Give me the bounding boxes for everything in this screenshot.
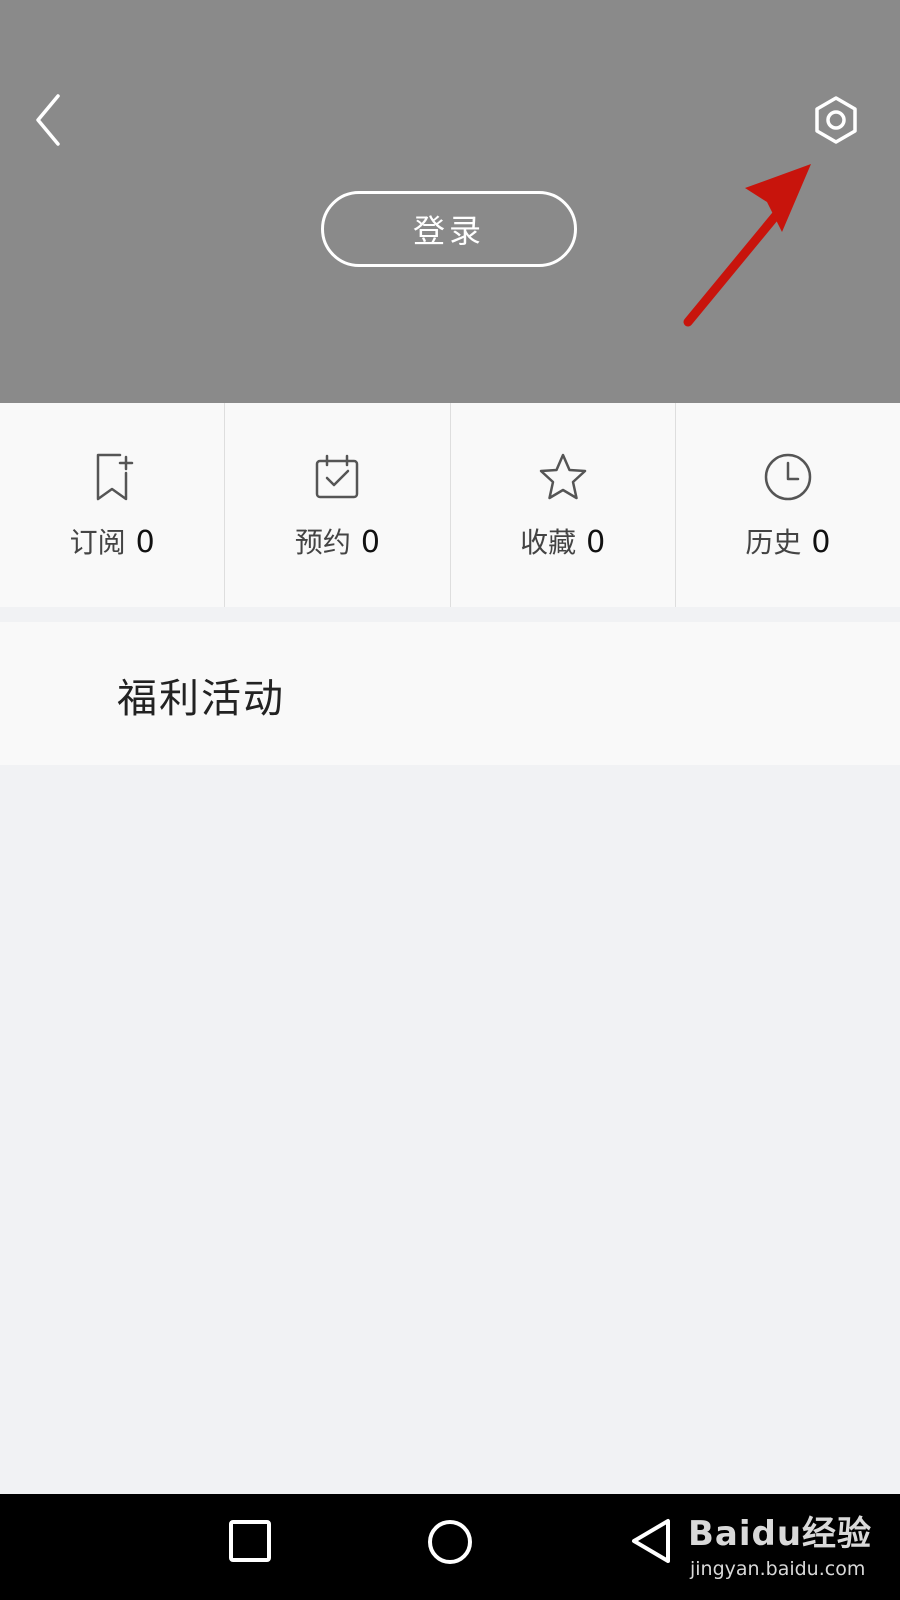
baidu-jingyan-watermark: Baidu经验 jingyan.baidu.com (688, 1506, 888, 1596)
stats-bar: 订阅 0 预约 0 收藏 0 历史 0 (0, 403, 900, 607)
stat-reservations[interactable]: 预约 0 (225, 403, 451, 607)
stat-count: 0 (811, 525, 831, 560)
watermark-url: jingyan.baidu.com (690, 1558, 866, 1580)
triangle-back-icon[interactable] (628, 1517, 674, 1565)
watermark-brand: Baidu经验 (688, 1514, 873, 1554)
gear-icon (815, 96, 857, 144)
calendar-check-icon (316, 454, 359, 499)
system-nav-bar: Baidu经验 jingyan.baidu.com (0, 1494, 900, 1600)
back-button[interactable] (30, 92, 70, 148)
stat-favorites[interactable]: 收藏 0 (451, 403, 676, 607)
star-icon (539, 453, 586, 500)
login-button[interactable]: 登录 (321, 191, 577, 267)
stat-label-text: 历史 (745, 526, 802, 559)
stat-label-text: 预约 (294, 526, 351, 559)
circle-icon[interactable] (426, 1518, 474, 1566)
chevron-left-icon (36, 94, 60, 146)
stat-label: 收藏 0 (451, 521, 675, 561)
stat-count: 0 (360, 525, 380, 560)
stat-label: 预约 0 (225, 521, 449, 561)
stat-subscriptions[interactable]: 订阅 0 (0, 403, 226, 607)
stat-label-text: 收藏 (520, 526, 577, 559)
annotation-arrow (683, 164, 811, 327)
stat-count: 0 (586, 525, 606, 560)
stat-label-text: 订阅 (69, 526, 126, 559)
bookmark-plus-icon (96, 453, 134, 501)
stat-history[interactable]: 历史 0 (676, 403, 900, 607)
clock-icon (764, 453, 812, 501)
square-icon[interactable] (228, 1519, 272, 1563)
stat-label: 订阅 0 (0, 521, 224, 561)
stat-count: 0 (135, 525, 155, 560)
settings-button[interactable] (810, 94, 862, 146)
section-title: 福利活动 (117, 676, 285, 722)
profile-header: 登录 (0, 0, 900, 403)
stat-label: 历史 0 (676, 521, 900, 561)
welfare-activities-item[interactable]: 福利活动 (0, 622, 900, 765)
